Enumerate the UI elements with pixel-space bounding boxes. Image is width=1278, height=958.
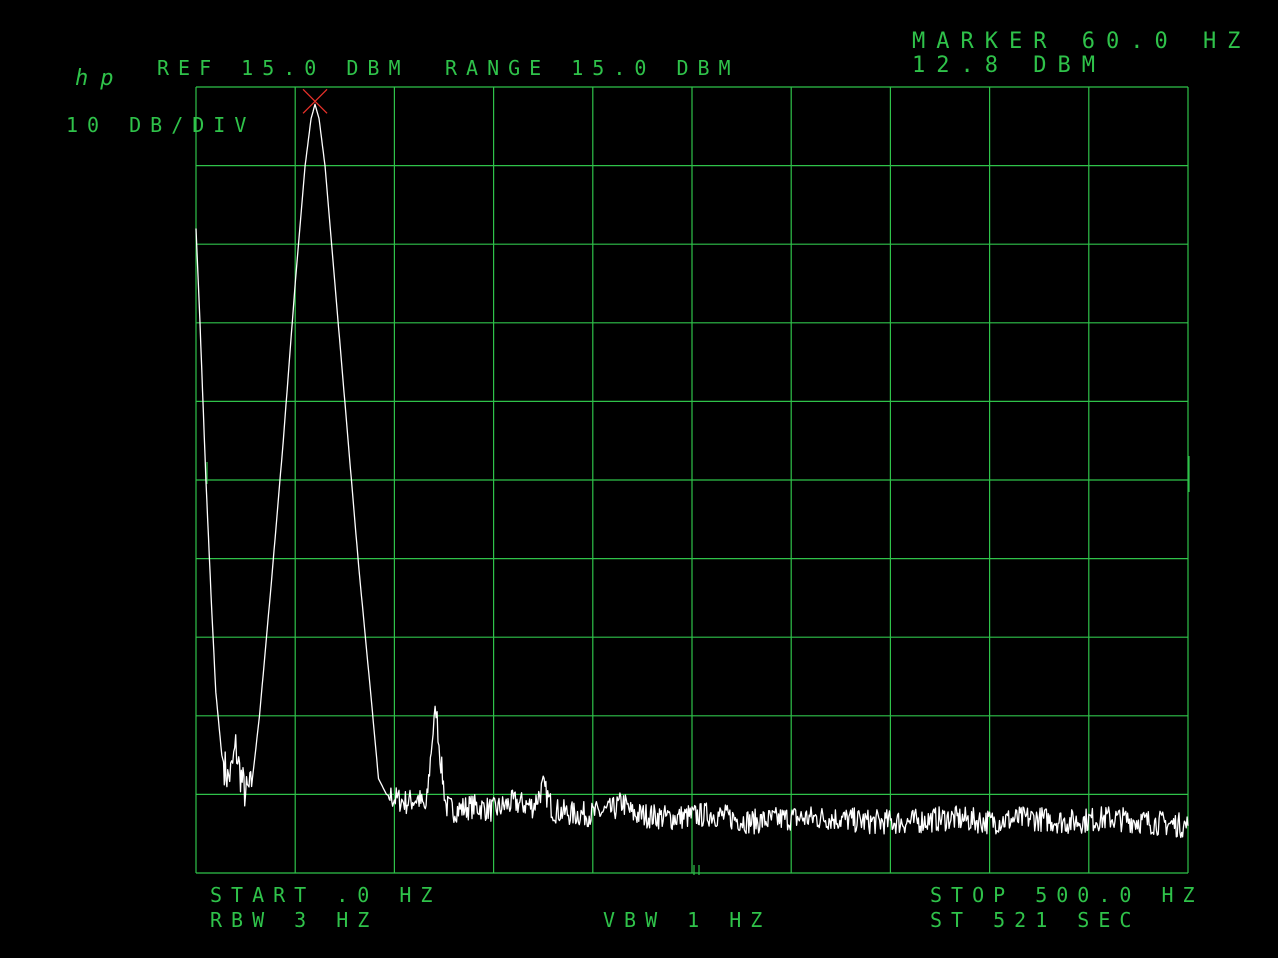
input-range: RANGE 15.0 DBM	[445, 56, 740, 80]
spectrum-display	[195, 86, 1190, 875]
peak-marker-icon[interactable]	[302, 88, 328, 114]
hp-logo: hp	[75, 66, 126, 91]
video-bandwidth: VBW 1 HZ	[603, 908, 772, 932]
marker-frequency: MARKER 60.0 HZ	[912, 29, 1252, 54]
reference-level: REF 15.0 DBM	[157, 56, 410, 80]
vertical-scale: 10 DB/DIV	[66, 113, 256, 137]
marker-level: 12.8 DBM	[912, 53, 1106, 78]
start-frequency: START .0 HZ	[210, 883, 442, 907]
graticule-grid	[195, 86, 1189, 874]
resolution-bandwidth: RBW 3 HZ	[210, 908, 379, 932]
stop-frequency: STOP 500.0 HZ	[930, 883, 1204, 907]
sweep-time: ST 521 SEC	[930, 908, 1141, 932]
